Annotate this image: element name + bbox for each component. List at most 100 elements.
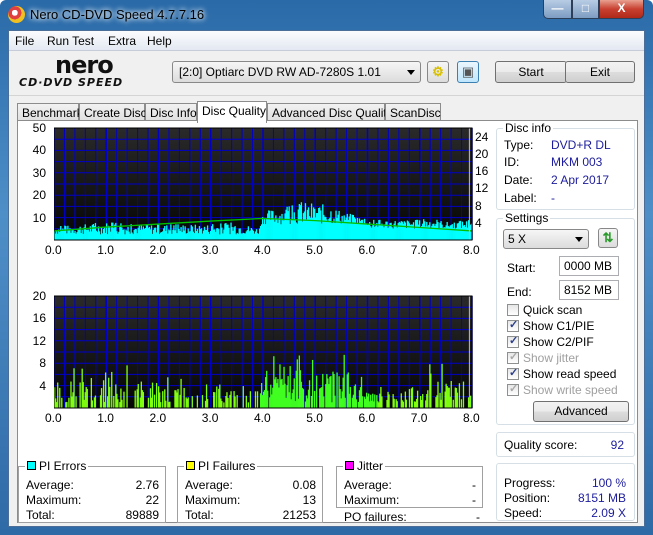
- pi-errors-title: PI Errors: [25, 459, 89, 473]
- progress-value: 100 %: [591, 476, 626, 490]
- close-icon: X: [617, 1, 626, 15]
- data-bar: [177, 389, 179, 408]
- data-bar: [155, 382, 158, 408]
- data-bar: [311, 359, 314, 408]
- data-bar: [336, 372, 338, 408]
- data-bar: [123, 391, 125, 408]
- data-bar: [460, 399, 463, 408]
- po-failures-label: PO failures:: [344, 510, 407, 524]
- data-bar: [393, 398, 395, 408]
- disc-type-value: DVD+R DL: [551, 138, 611, 152]
- y-right-tick-label: 4: [475, 215, 482, 230]
- maximize-button[interactable]: □: [572, 0, 599, 19]
- show-c2-pif-checkbox[interactable]: Show C2/PIF: [507, 334, 594, 349]
- x-tick-label: 3.0: [201, 411, 219, 425]
- config-button[interactable]: ⚙: [427, 61, 449, 83]
- pi-failures-total: 21253: [282, 508, 316, 522]
- data-bar: [104, 372, 107, 408]
- disc-label-value: -: [551, 191, 555, 205]
- menu-extra[interactable]: Extra: [108, 34, 136, 48]
- start-button[interactable]: Start: [495, 61, 567, 83]
- close-button[interactable]: X: [599, 0, 644, 19]
- jitter-avg: -: [472, 478, 476, 492]
- data-bar: [411, 387, 414, 408]
- x-tick-label: 6.0: [358, 243, 376, 257]
- y-tick-label: 20: [32, 289, 46, 303]
- data-bar: [216, 386, 218, 408]
- data-bar: [91, 400, 94, 408]
- checkmark-icon: [507, 382, 519, 396]
- data-bar: [142, 392, 145, 408]
- menu-bar: File Run Test Extra Help: [9, 31, 644, 51]
- data-bar: [66, 401, 68, 408]
- data-bar: [381, 396, 383, 408]
- data-bar: [402, 401, 404, 408]
- speed-select[interactable]: 5 X: [503, 229, 589, 249]
- data-bar: [374, 394, 376, 408]
- pi-failures-title: PI Failures: [184, 459, 258, 473]
- x-tick-label: 4.0: [254, 411, 271, 425]
- start-input-value: 0000 MB: [564, 259, 613, 273]
- data-bar: [230, 391, 232, 408]
- app-window: Nero CD-DVD Speed 4.7.7.16 — □ X File Ru…: [0, 0, 653, 535]
- quality-score-label: Quality score:: [504, 438, 578, 452]
- title-bar[interactable]: Nero CD-DVD Speed 4.7.7.16 — □ X: [0, 0, 653, 30]
- data-bar: [267, 390, 269, 408]
- menu-run-test[interactable]: Run Test: [47, 34, 94, 48]
- data-bar: [196, 395, 199, 408]
- pi-errors-max-label: Maximum:: [26, 493, 82, 507]
- advanced-button[interactable]: Advanced: [533, 401, 629, 422]
- exit-button[interactable]: Exit: [565, 61, 635, 83]
- data-bar: [117, 399, 119, 408]
- data-bar: [408, 389, 411, 408]
- pi-errors-avg: 2.76: [135, 478, 159, 492]
- data-bar: [183, 387, 185, 408]
- start-input[interactable]: 0000 MB: [559, 256, 619, 276]
- y-tick-label: 8: [39, 356, 46, 371]
- data-bar: [458, 383, 461, 408]
- quick-scan-checkbox[interactable]: Quick scan: [507, 303, 582, 317]
- checkmark-icon: [507, 350, 519, 364]
- jitter-avg-label: Average:: [344, 478, 392, 492]
- y-tick-label: 4: [39, 378, 46, 393]
- menu-help[interactable]: Help: [147, 34, 172, 48]
- data-bar: [422, 394, 424, 408]
- y-tick-label: 40: [32, 143, 46, 158]
- x-tick-label: 0.0: [45, 411, 62, 425]
- show-c1-pie-checkbox[interactable]: Show C1/PIE: [507, 318, 594, 333]
- y-right-tick-label: 8: [475, 198, 482, 213]
- chevron-down-icon: [407, 70, 415, 75]
- speed-select-value: 5 X: [508, 232, 527, 246]
- minimize-button[interactable]: —: [543, 0, 572, 19]
- data-bar: [302, 389, 305, 408]
- pi-failures-total-label: Total:: [185, 508, 214, 522]
- data-bar: [201, 395, 204, 408]
- end-input[interactable]: 8152 MB: [559, 280, 619, 300]
- menu-file[interactable]: File: [15, 34, 34, 48]
- po-failures-value: -: [476, 510, 480, 524]
- refresh-button[interactable]: ⇅: [598, 228, 618, 248]
- disc-id-label: ID:: [504, 155, 520, 169]
- progress-group: Progress: 100 % Position: 8151 MB Speed:…: [496, 463, 635, 521]
- cd-dvd-speed-logo: CD·DVD SPEED: [19, 76, 124, 89]
- y-tick-label: 50: [32, 121, 46, 135]
- tab-disc-quality[interactable]: Disc Quality: [197, 101, 267, 123]
- window-title: Nero CD-DVD Speed 4.7.7.16: [30, 7, 205, 22]
- drive-select[interactable]: [2:0] Optiarc DVD RW AD-7280S 1.01: [172, 61, 421, 83]
- drive-select-value: [2:0] Optiarc DVD RW AD-7280S 1.01: [179, 65, 381, 79]
- data-bar: [316, 375, 318, 408]
- jitter-max-label: Maximum:: [344, 493, 400, 507]
- show-read-speed-checkbox[interactable]: Show read speed: [507, 366, 616, 381]
- data-bar: [254, 391, 257, 408]
- data-bar: [162, 391, 164, 408]
- data-bar: [206, 399, 209, 408]
- save-button[interactable]: ▣: [457, 61, 479, 83]
- data-bar: [109, 386, 111, 408]
- refresh-icon: ⇅: [602, 230, 614, 245]
- x-tick-label: 7.0: [410, 411, 428, 425]
- data-bar: [323, 396, 325, 408]
- data-bar: [111, 371, 113, 408]
- settings-title: Settings: [503, 211, 551, 225]
- y-right-tick-label: 24: [475, 129, 489, 144]
- data-bar: [94, 395, 97, 408]
